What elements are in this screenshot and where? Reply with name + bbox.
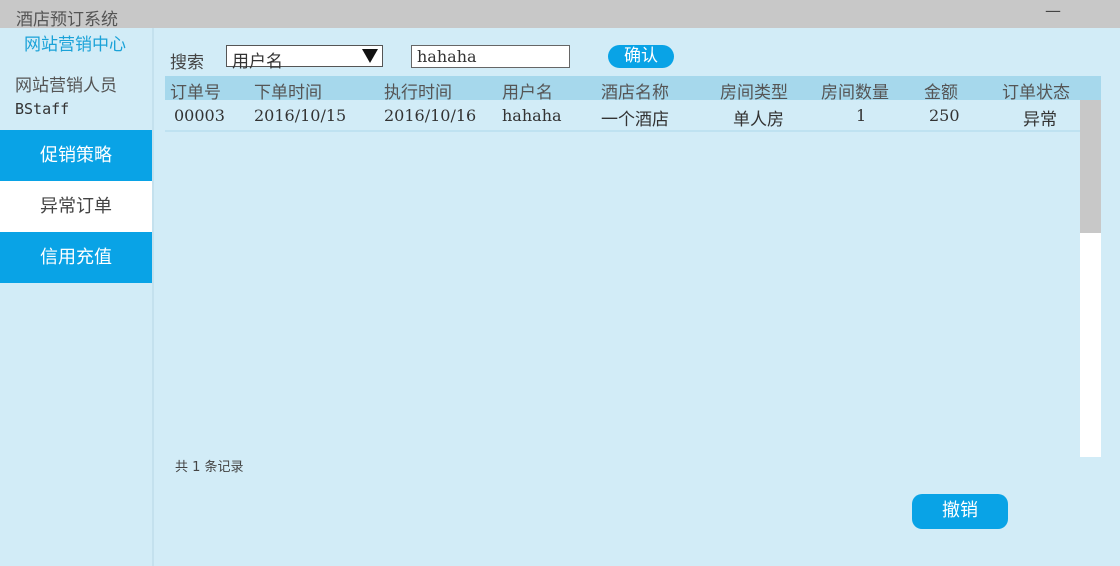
sidebar-item-promotion[interactable]: 促销策略 [0,130,152,181]
cell-room-count: 1 [856,106,867,125]
confirm-button[interactable]: 确认 [608,45,674,68]
dropdown-arrow-icon [362,49,378,63]
center-title: 网站营销中心 [24,35,126,55]
table-row[interactable]: 00003 2016/10/15 2016/10/16 hahaha 一个酒店 … [165,100,1080,132]
search-input[interactable] [411,45,570,68]
title-bar: 酒店预订系统 — [0,0,1120,30]
search-field-select[interactable]: 用户名 [226,45,383,72]
cell-amount: 250 [929,106,960,125]
cell-room-type: 单人房 [733,110,784,130]
window-title: 酒店预订系统 [16,10,118,30]
scrollbar-thumb[interactable] [1080,100,1101,233]
sidebar-item-abnormal-orders[interactable]: 异常订单 [0,181,152,232]
search-label: 搜索 [170,53,204,73]
table-scrollbar[interactable] [1080,100,1101,457]
revoke-button[interactable]: 撤销 [912,494,1008,529]
cell-execute-time: 2016/10/16 [384,106,477,125]
order-table: 00003 2016/10/15 2016/10/16 hahaha 一个酒店 … [165,100,1080,456]
cell-order-time: 2016/10/15 [254,106,347,125]
table-header: 订单号 下单时间 执行时间 用户名 酒店名称 房间类型 房间数量 金额 订单状态 [165,76,1101,103]
sidebar-item-credit-recharge[interactable]: 信用充值 [0,232,152,283]
app-window: 酒店预订系统 — 网站营销中心 网站营销人员 BStaff 促销策略 异常订单 … [0,0,1120,566]
minimize-button[interactable]: — [1042,2,1064,20]
staff-name: BStaff [15,100,70,118]
sidebar: 网站营销中心 网站营销人员 BStaff 促销策略 异常订单 信用充值 [0,28,154,566]
cell-order-status: 异常 [1023,110,1057,130]
cell-username: hahaha [502,106,562,125]
staff-role: 网站营销人员 [15,76,117,96]
cell-order-id: 00003 [174,106,225,125]
search-field-value: 用户名 [232,52,283,72]
record-count: 共 1 条记录 [175,460,244,475]
cell-hotel-name: 一个酒店 [601,110,669,130]
